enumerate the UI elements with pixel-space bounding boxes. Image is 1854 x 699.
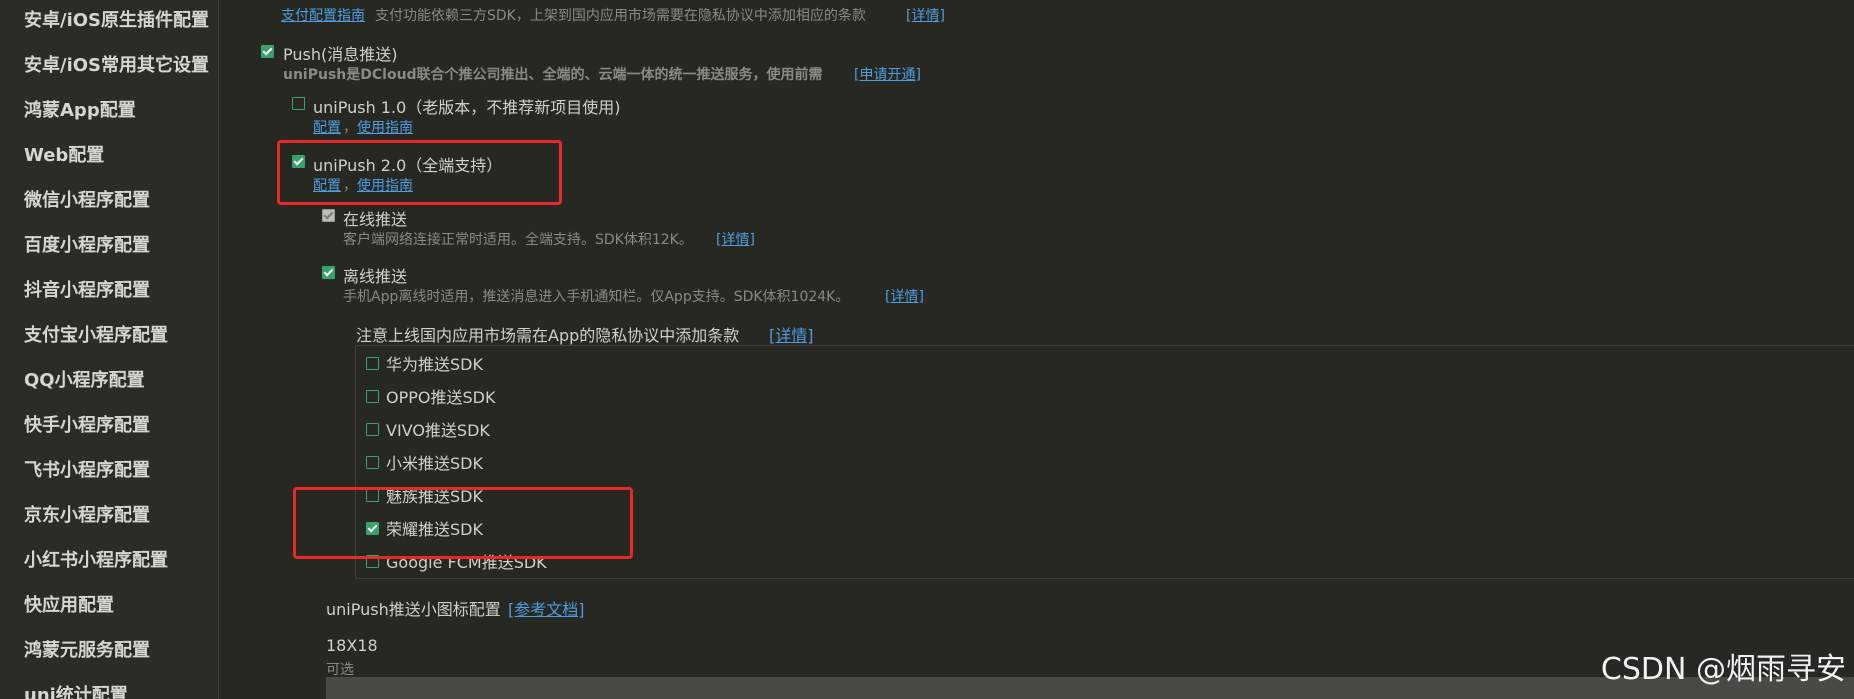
sidebar-item-native-plugins[interactable]: 安卓/iOS原生插件配置 — [24, 6, 209, 32]
sidebar-item-baidu[interactable]: 百度小程序配置 — [24, 231, 150, 257]
payment-guide-link[interactable]: 支付配置指南 — [281, 5, 365, 25]
unipush2-guide-link[interactable]: 使用指南 — [357, 175, 413, 195]
sidebar-item-harmony-service[interactable]: 鸿蒙元服务配置 — [24, 636, 150, 662]
unipush2-separator: ， — [343, 178, 357, 194]
huawei-sdk-label: 华为推送SDK — [386, 355, 483, 374]
watermark: CSDN @烟雨寻安 — [1600, 652, 1846, 687]
offline-push-label: 离线推送 — [343, 267, 408, 286]
push-label: Push(消息推送) — [283, 45, 398, 64]
sidebar-item-other-settings[interactable]: 安卓/iOS常用其它设置 — [24, 51, 209, 77]
privacy-notice: 注意上线国内应用市场需在App的隐私协议中添加条款 — [356, 326, 740, 345]
unipush2-config-link[interactable]: 配置 — [313, 175, 341, 195]
huawei-sdk-checkbox[interactable] — [366, 357, 379, 370]
vendor-sdk-list: 华为推送SDK OPPO推送SDK VIVO推送SDK 小米推送SDK 魅族推送… — [355, 345, 1854, 579]
offline-push-details-link[interactable]: [详情] — [885, 286, 924, 306]
unipush2-label: uniPush 2.0（全端支持） — [313, 156, 503, 175]
push-checkbox[interactable] — [261, 45, 274, 58]
sidebar-item-douyin[interactable]: 抖音小程序配置 — [24, 276, 150, 302]
online-push-checkbox[interactable] — [322, 209, 335, 222]
payment-details-link[interactable]: [详情] — [906, 5, 945, 25]
unipush1-guide-link[interactable]: 使用指南 — [357, 117, 413, 137]
small-icon-config-label: uniPush推送小图标配置 — [326, 600, 501, 619]
push-description: uniPush是DCloud联合个推公司推出、全端的、云端一体的统一推送服务，使… — [283, 67, 823, 83]
small-icon-optional-label: 可选 — [326, 662, 354, 678]
sidebar-item-web[interactable]: Web配置 — [24, 141, 104, 167]
honor-sdk-checkbox[interactable] — [366, 522, 379, 535]
small-icon-size-label: 18X18 — [326, 636, 378, 655]
payment-description: 支付功能依赖三方SDK，上架到国内应用市场需要在隐私协议中添加相应的条款 — [375, 8, 866, 24]
oppo-sdk-checkbox[interactable] — [366, 390, 379, 403]
online-push-description: 客户端网络连接正常时适用。全端支持。SDK体积12K。 — [343, 232, 693, 248]
oppo-sdk-label: OPPO推送SDK — [386, 388, 496, 407]
unipush1-checkbox[interactable] — [292, 97, 305, 110]
fcm-sdk-checkbox[interactable] — [366, 555, 379, 568]
sidebar-item-harmony-app[interactable]: 鸿蒙App配置 — [24, 96, 136, 122]
sidebar-item-uni-stat[interactable]: uni统计配置 — [24, 681, 128, 699]
offline-push-checkbox[interactable] — [322, 266, 335, 279]
privacy-notice-details-link[interactable]: [详情] — [769, 322, 814, 346]
offline-push-description: 手机App离线时适用，推送消息进入手机通知栏。仅App支持。SDK体积1024K… — [343, 289, 850, 305]
xiaomi-sdk-label: 小米推送SDK — [386, 454, 483, 473]
sidebar: 安卓/iOS原生插件配置 安卓/iOS常用其它设置 鸿蒙App配置 Web配置 … — [0, 0, 219, 699]
sidebar-item-quickapp[interactable]: 快应用配置 — [24, 591, 114, 617]
online-push-details-link[interactable]: [详情] — [716, 229, 755, 249]
online-push-label: 在线推送 — [343, 210, 408, 229]
unipush1-config-link[interactable]: 配置 — [313, 117, 341, 137]
vivo-sdk-checkbox[interactable] — [366, 423, 379, 436]
push-apply-link[interactable]: [申请开通] — [854, 64, 921, 84]
meizu-sdk-label: 魅族推送SDK — [386, 487, 483, 506]
sidebar-item-qq[interactable]: QQ小程序配置 — [24, 366, 145, 392]
sidebar-item-alipay[interactable]: 支付宝小程序配置 — [24, 321, 168, 347]
unipush2-checkbox[interactable] — [292, 155, 305, 168]
sidebar-item-xiaohongshu[interactable]: 小红书小程序配置 — [24, 546, 168, 572]
sidebar-item-weixin[interactable]: 微信小程序配置 — [24, 186, 150, 212]
honor-sdk-label: 荣耀推送SDK — [386, 520, 483, 539]
sidebar-item-kuaishou[interactable]: 快手小程序配置 — [24, 411, 150, 437]
meizu-sdk-checkbox[interactable] — [366, 489, 379, 502]
sidebar-item-jd[interactable]: 京东小程序配置 — [24, 501, 150, 527]
app-root: 安卓/iOS原生插件配置 安卓/iOS常用其它设置 鸿蒙App配置 Web配置 … — [0, 0, 1854, 699]
sidebar-item-feishu[interactable]: 飞书小程序配置 — [24, 456, 150, 482]
unipush1-label: uniPush 1.0（老版本，不推荐新项目使用) — [313, 98, 621, 117]
unipush1-separator: ， — [343, 120, 357, 136]
vivo-sdk-label: VIVO推送SDK — [386, 421, 490, 440]
xiaomi-sdk-checkbox[interactable] — [366, 456, 379, 469]
main-content: 支付配置指南 支付功能依赖三方SDK，上架到国内应用市场需要在隐私协议中添加相应… — [219, 0, 1854, 699]
small-icon-doc-link[interactable]: [参考文档] — [508, 596, 585, 620]
fcm-sdk-label: Google FCM推送SDK — [386, 553, 547, 572]
